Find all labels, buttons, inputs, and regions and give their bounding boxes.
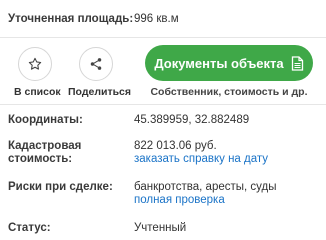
divider bbox=[0, 104, 326, 105]
area-label: Уточненная площадь: bbox=[8, 13, 134, 25]
share-button[interactable] bbox=[79, 47, 113, 81]
area-value: 996 кв.м bbox=[134, 13, 179, 25]
share-label: Поделиться bbox=[68, 86, 132, 98]
property-details-panel: Уточненная площадь: 996 кв.м В список По… bbox=[0, 0, 326, 235]
document-icon bbox=[291, 55, 303, 71]
add-to-list-button[interactable] bbox=[18, 47, 52, 81]
coordinates-value: 45.389959, 32.882489 bbox=[134, 114, 250, 126]
status-label: Статус: bbox=[8, 222, 51, 234]
deal-risks-label: Риски при сделке: bbox=[8, 181, 113, 193]
object-documents-subtitle: Собственник, стоимость и др. bbox=[150, 86, 308, 98]
coordinates-label: Координаты: bbox=[8, 114, 83, 126]
divider bbox=[0, 37, 326, 38]
order-certificate-link[interactable]: заказать справку на дату bbox=[134, 152, 268, 167]
status-value: Учтенный bbox=[134, 222, 187, 234]
full-check-link[interactable]: полная проверка bbox=[134, 193, 225, 208]
add-to-list-label: В список bbox=[14, 86, 61, 98]
cadastral-label-line2: стоимость: bbox=[8, 153, 73, 165]
object-documents-label: Документы объекта bbox=[154, 55, 284, 71]
object-documents-button[interactable]: Документы объекта bbox=[145, 45, 313, 81]
star-icon bbox=[28, 57, 42, 70]
share-icon bbox=[90, 58, 102, 70]
